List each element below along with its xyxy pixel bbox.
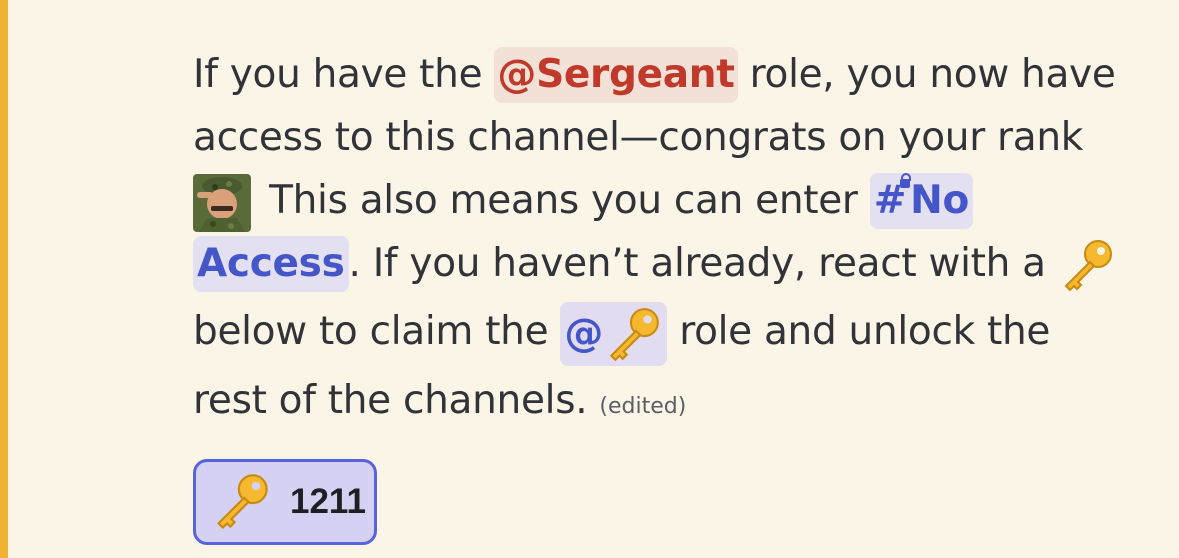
- reaction-key-button[interactable]: 1211: [193, 459, 377, 545]
- message-text: role, you now have: [737, 52, 1116, 97]
- message-line-4: Access. If you haven’t already, react wi…: [193, 232, 1143, 295]
- role-mention-key[interactable]: @: [560, 301, 668, 366]
- message-text: rest of the channels.: [193, 378, 600, 423]
- message-line-5: below to claim the @ role and unlock the: [193, 295, 1143, 369]
- message-text: access to this channel—congrats on your …: [193, 115, 1084, 160]
- key-icon: [217, 474, 268, 530]
- message-line-3: This also means you can enter # No: [193, 169, 1143, 232]
- message-line-2: access to this channel—congrats on your …: [193, 106, 1143, 169]
- edited-indicator: (edited): [599, 394, 687, 419]
- role-mention-at: @: [564, 310, 604, 356]
- channel-mention-label: No: [910, 178, 969, 223]
- message-text: This also means you can enter: [257, 178, 870, 223]
- saluting-soldier-icon: [193, 173, 251, 232]
- message-text: . If you haven’t already, react with a: [348, 241, 1058, 286]
- message-content: If you have the @Sergeant role, you now …: [193, 43, 1143, 432]
- message-text: If you have the: [193, 52, 495, 97]
- locked-channel-icon: #: [874, 173, 912, 229]
- message-text: role and unlock the: [667, 309, 1051, 354]
- reaction-count: 1211: [290, 482, 366, 521]
- key-icon: [609, 308, 659, 362]
- mention-highlight-bar: [0, 0, 8, 558]
- role-mention-sergeant[interactable]: @Sergeant: [494, 47, 738, 103]
- channel-mention-no-access[interactable]: # No: [869, 173, 973, 229]
- key-icon: [1064, 239, 1112, 291]
- message-text: below to claim the: [193, 309, 561, 354]
- message-line-1: If you have the @Sergeant role, you now …: [193, 43, 1143, 106]
- channel-mention-no-access-continued[interactable]: Access: [193, 236, 349, 292]
- message-line-6: rest of the channels. (edited): [193, 369, 1143, 432]
